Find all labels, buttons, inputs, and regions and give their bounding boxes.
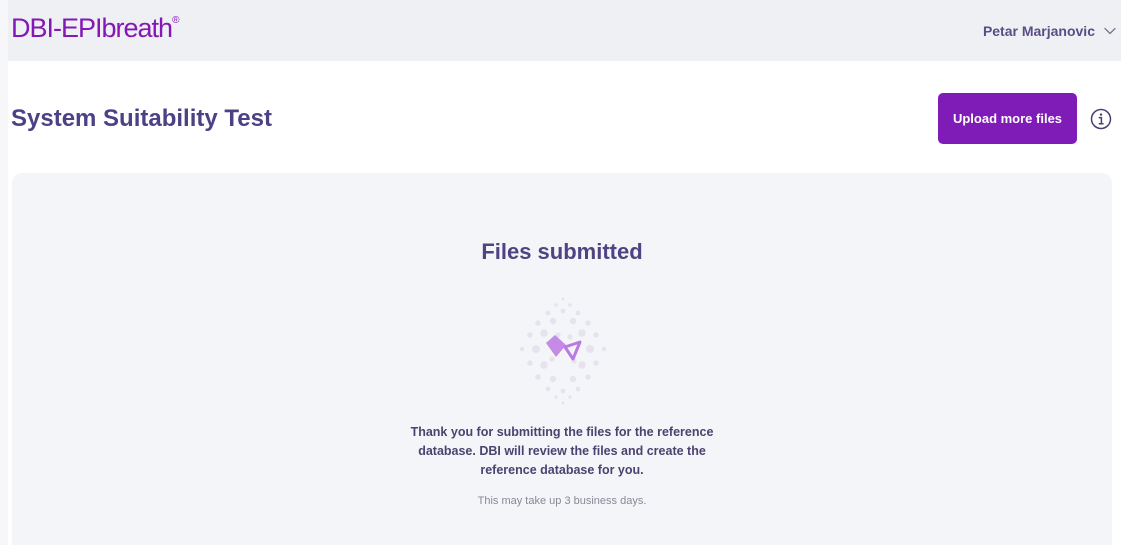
card-title: Files submitted — [481, 239, 643, 264]
brand-logo-text: DBI-EPIbreath — [11, 13, 173, 43]
upload-more-files-button[interactable]: Upload more files — [938, 93, 1077, 144]
app-window: DBI-EPIbreath® Petar Marjanovic System S… — [0, 0, 1121, 545]
submission-message: Thank you for submitting the files for t… — [410, 425, 714, 477]
page-title: System Suitability Test — [11, 105, 272, 132]
registered-mark: ® — [172, 15, 180, 26]
processing-time-note: This may take up 3 business days. — [477, 495, 647, 507]
brand-logo[interactable]: DBI-EPIbreath® — [11, 13, 179, 44]
top-bar: DBI-EPIbreath® Petar Marjanovic — [8, 0, 1121, 61]
dotted-sphere-with-arrow-icon — [519, 297, 607, 405]
info-icon[interactable] — [1090, 108, 1112, 130]
user-name: Petar Marjanovic — [982, 23, 1095, 39]
user-menu[interactable]: Petar Marjanovic — [983, 23, 1117, 39]
submission-status-card: Files submitted Thank you for submitting… — [12, 173, 1112, 545]
chevron-down-icon — [1104, 27, 1116, 35]
